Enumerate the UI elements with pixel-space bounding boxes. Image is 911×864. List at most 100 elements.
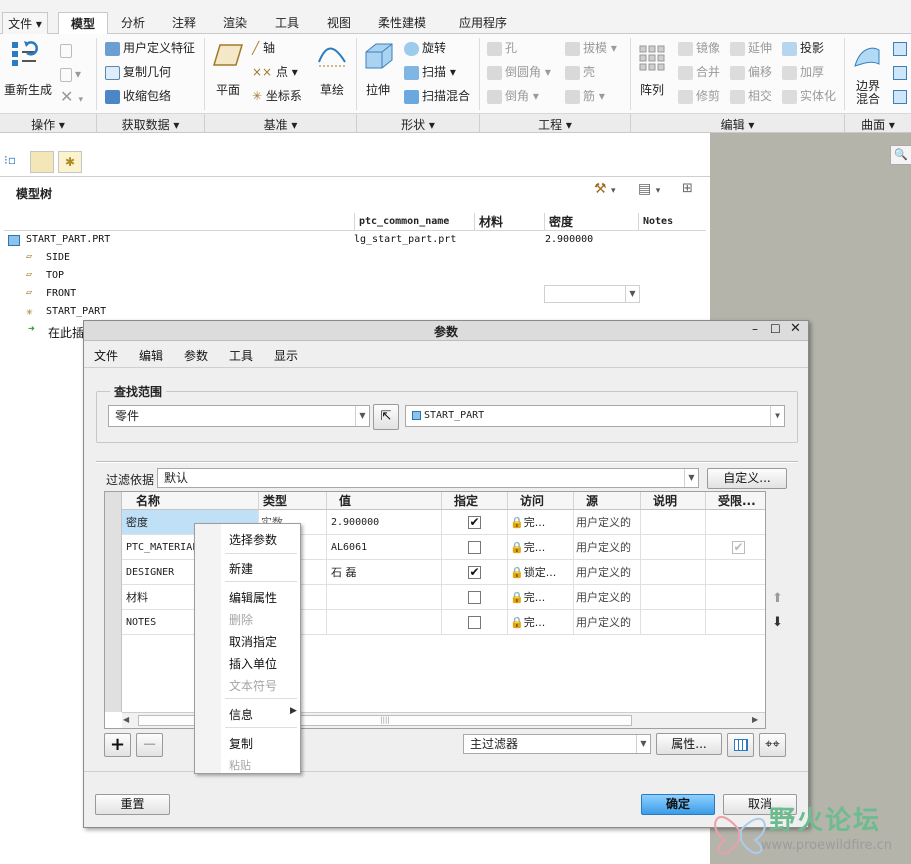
tree-settings-icon[interactable]: ⚒ ▾ bbox=[594, 181, 616, 197]
group-editing[interactable]: 编辑 ▾ bbox=[631, 116, 844, 133]
group-operations[interactable]: 操作 ▾ bbox=[0, 116, 96, 133]
group-shapes[interactable]: 形状 ▾ bbox=[357, 116, 479, 133]
group-datum[interactable]: 基准 ▾ bbox=[205, 116, 356, 133]
tab-flexible-modeling[interactable]: 柔性建模 bbox=[368, 12, 436, 34]
material-cell-dropdown[interactable]: ▼ bbox=[544, 285, 640, 303]
tab-model[interactable]: 模型 bbox=[58, 12, 108, 35]
look-in-object-select[interactable]: START_PART ▼ bbox=[405, 405, 785, 427]
ok-button[interactable]: 确定 bbox=[641, 794, 715, 815]
column-material[interactable]: 材料 bbox=[474, 213, 544, 231]
pattern-button[interactable]: 阵列 bbox=[640, 82, 664, 98]
menu-item-select-parameter[interactable]: 选择参数 bbox=[229, 531, 277, 548]
designated-checkbox[interactable] bbox=[468, 541, 481, 554]
regenerate-icon[interactable] bbox=[10, 40, 46, 70]
header-source[interactable]: 源 bbox=[574, 492, 641, 510]
cell-restricted[interactable] bbox=[706, 510, 765, 535]
add-parameter-button[interactable]: + bbox=[104, 733, 131, 757]
minimize-icon[interactable]: – bbox=[752, 322, 758, 336]
menu-file[interactable]: 文件 bbox=[94, 347, 118, 364]
cell-restricted[interactable] bbox=[706, 610, 765, 635]
cell-description[interactable] bbox=[641, 510, 706, 535]
menu-item-insert-unit[interactable]: 插入单位 bbox=[229, 655, 277, 672]
cell-value[interactable]: 2.900000 bbox=[327, 510, 442, 535]
cell-value[interactable] bbox=[327, 610, 442, 635]
cell-designated[interactable]: ✔ bbox=[442, 560, 508, 585]
tree-item-front[interactable]: FRONT bbox=[46, 288, 76, 299]
find-button[interactable]: ⌖⌖ bbox=[759, 733, 786, 757]
boundary-blend-icon[interactable] bbox=[852, 42, 882, 72]
tree-item-top[interactable]: TOP bbox=[46, 270, 64, 281]
designated-checkbox[interactable] bbox=[468, 616, 481, 629]
tab-annotate[interactable]: 注释 bbox=[164, 12, 204, 34]
cell-source[interactable]: 用户定义的 bbox=[574, 535, 641, 560]
menu-item-edit-properties[interactable]: 编辑属性 bbox=[229, 589, 277, 606]
extrude-icon[interactable] bbox=[362, 40, 396, 72]
cell-designated[interactable]: ✔ bbox=[442, 510, 508, 535]
header-designated[interactable]: 指定 bbox=[442, 492, 508, 510]
menu-display[interactable]: 显示 bbox=[274, 347, 298, 364]
properties-button[interactable]: 属性... bbox=[656, 733, 722, 755]
zoom-icon[interactable]: 🔍 bbox=[890, 145, 911, 165]
column-ptc-common-name[interactable]: ptc_common_name bbox=[354, 213, 474, 231]
cell-designated[interactable] bbox=[442, 610, 508, 635]
cell-restricted[interactable] bbox=[706, 585, 765, 610]
main-filter-select[interactable]: 主过滤器 ▼ bbox=[463, 734, 651, 754]
csys-button[interactable]: ✳ 坐标系 bbox=[252, 88, 302, 104]
scroll-right-icon[interactable]: ▶ bbox=[752, 715, 758, 724]
cell-designated[interactable] bbox=[442, 535, 508, 560]
header-restricted[interactable]: 受限... bbox=[706, 492, 765, 510]
sweep-button[interactable]: 扫描 ▾ bbox=[404, 64, 456, 80]
cell-value[interactable] bbox=[327, 585, 442, 610]
cell-access[interactable]: 🔒完... bbox=[508, 510, 574, 535]
menu-item-new[interactable]: 新建 bbox=[229, 560, 253, 577]
tab-tools[interactable]: 工具 bbox=[266, 12, 308, 34]
plane-icon[interactable] bbox=[212, 42, 244, 68]
sketch-button[interactable]: 草绘 bbox=[320, 82, 344, 98]
project-button[interactable]: 投影 bbox=[782, 40, 824, 56]
pattern-icon[interactable] bbox=[638, 42, 668, 72]
sketch-icon[interactable] bbox=[316, 42, 348, 70]
cell-value[interactable]: 石 磊 bbox=[327, 560, 442, 585]
cell-value[interactable]: AL6061 bbox=[327, 535, 442, 560]
reset-button[interactable]: 重置 bbox=[95, 794, 170, 815]
tree-columns-icon[interactable]: ▤ ▾ bbox=[638, 181, 660, 197]
axis-button[interactable]: ╱ 轴 bbox=[252, 40, 275, 56]
cell-access[interactable]: 🔒完... bbox=[508, 535, 574, 560]
cell-restricted[interactable] bbox=[706, 560, 765, 585]
user-defined-feature-button[interactable]: 用户定义特征 bbox=[105, 40, 195, 56]
header-access[interactable]: 访问 bbox=[508, 492, 574, 510]
tree-filter-icon[interactable]: ⊞ bbox=[682, 181, 693, 196]
surface-tool-icon[interactable] bbox=[893, 42, 907, 56]
customize-button[interactable]: 自定义... bbox=[707, 468, 787, 489]
scroll-left-icon[interactable]: ◀ bbox=[123, 715, 129, 724]
cell-designated[interactable] bbox=[442, 585, 508, 610]
close-icon[interactable]: ✕ bbox=[790, 321, 801, 336]
menu-item-unset-designation[interactable]: 取消指定 bbox=[229, 633, 277, 650]
move-down-arrow-icon[interactable]: ⬇ bbox=[772, 615, 783, 630]
menu-tools[interactable]: 工具 bbox=[229, 347, 253, 364]
cell-source[interactable]: 用户定义的 bbox=[574, 610, 641, 635]
tab-analysis[interactable]: 分析 bbox=[112, 12, 154, 34]
designated-checkbox[interactable]: ✔ bbox=[468, 516, 481, 529]
select-object-button[interactable]: ⇱ bbox=[373, 404, 399, 430]
cell-description[interactable] bbox=[641, 560, 706, 585]
favorites-tab-icon[interactable]: ✱ bbox=[58, 151, 82, 173]
menu-edit[interactable]: 编辑 bbox=[139, 347, 163, 364]
model-tree-tab-icon[interactable]: ⁝▫ bbox=[4, 153, 24, 173]
cell-access[interactable]: 🔒完... bbox=[508, 585, 574, 610]
cell-access[interactable]: 🔒完... bbox=[508, 610, 574, 635]
surface-tool-icon[interactable] bbox=[893, 66, 907, 80]
folder-browser-tab-icon[interactable] bbox=[30, 151, 54, 173]
designated-checkbox[interactable] bbox=[468, 591, 481, 604]
cell-source[interactable]: 用户定义的 bbox=[574, 560, 641, 585]
revolve-button[interactable]: 旋转 bbox=[404, 40, 446, 56]
designated-checkbox[interactable]: ✔ bbox=[468, 566, 481, 579]
cell-description[interactable] bbox=[641, 585, 706, 610]
group-surfaces[interactable]: 曲面 ▾ bbox=[845, 116, 911, 133]
tree-item-insert-here[interactable]: 在此插 bbox=[48, 324, 84, 341]
header-description[interactable]: 说明 bbox=[641, 492, 706, 510]
cell-description[interactable] bbox=[641, 535, 706, 560]
tab-render[interactable]: 渲染 bbox=[214, 12, 256, 34]
cell-description[interactable] bbox=[641, 610, 706, 635]
group-engineering[interactable]: 工程 ▾ bbox=[480, 116, 630, 133]
